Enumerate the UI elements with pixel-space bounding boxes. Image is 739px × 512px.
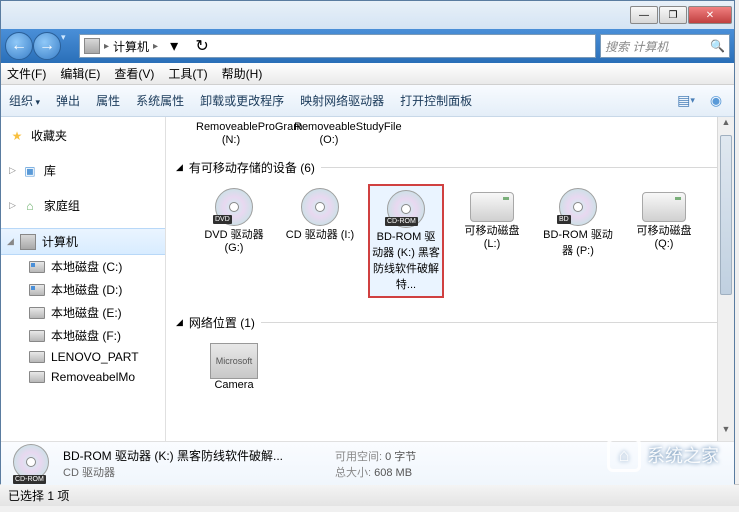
organize-button[interactable]: 组织 <box>9 92 40 109</box>
drive-removable-q[interactable]: 可移动磁盘 (Q:) <box>626 184 702 298</box>
nav-history-dropdown[interactable]: ▾ <box>61 32 75 60</box>
scroll-thumb[interactable] <box>720 135 732 295</box>
dvd-badge: DVD <box>213 215 232 224</box>
drive-icon <box>29 351 45 363</box>
uninstall-button[interactable]: 卸载或更改程序 <box>200 92 284 109</box>
drive-list: DVD DVD 驱动器 (G:) CD 驱动器 (I:) CD-ROM BD-R… <box>176 184 724 298</box>
cdrom-badge: CD-ROM <box>385 217 418 226</box>
sidebar-drive-c[interactable]: 本地磁盘 (C:) <box>1 255 165 278</box>
camera-icon: Microsoft <box>210 343 258 379</box>
search-input[interactable]: 搜索 计算机 🔍 <box>600 34 730 58</box>
content-pane: RemoveableProGram (N:) RemoveableStudyFi… <box>166 117 734 441</box>
search-icon[interactable]: 🔍 <box>710 39 725 53</box>
sidebar-libraries[interactable]: ▷ ▣ 库 <box>1 158 165 183</box>
menu-file[interactable]: 文件(F) <box>7 65 46 82</box>
computer-icon <box>20 234 36 250</box>
collapse-icon: ◢ <box>176 162 183 173</box>
addr-dropdown-icon[interactable]: ▾ <box>162 36 186 56</box>
section-network-header[interactable]: ◢ 网络位置 (1) <box>176 314 724 331</box>
removable-icon <box>642 192 686 222</box>
drive-removable-l[interactable]: 可移动磁盘 (L:) <box>454 184 530 298</box>
section-removable-header[interactable]: ◢ 有可移动存储的设备 (6) <box>176 159 724 176</box>
menu-edit[interactable]: 编辑(E) <box>60 65 100 82</box>
drive-icon <box>29 330 45 342</box>
drive-icon <box>29 261 45 273</box>
drive-bdrom-k[interactable]: CD-ROM BD-ROM 驱动器 (K:) 黑客防线软件破解特... <box>368 184 444 298</box>
menu-bar: 文件(F) 编辑(E) 查看(V) 工具(T) 帮助(H) <box>1 63 734 85</box>
drive-cd-i[interactable]: CD 驱动器 (I:) <box>282 184 358 298</box>
scroll-down-icon[interactable]: ▼ <box>718 424 734 441</box>
refresh-icon[interactable]: ↻ <box>190 36 214 56</box>
sidebar-computer[interactable]: ◢ 计算机 <box>1 228 165 255</box>
view-mode-icon[interactable]: ▤ <box>676 91 696 111</box>
search-placeholder: 搜索 计算机 <box>605 38 668 55</box>
titlebar: — ❐ ✕ <box>1 1 734 29</box>
scrollbar-vertical[interactable]: ▲ ▼ <box>717 117 734 441</box>
sidebar-drive-e[interactable]: 本地磁盘 (E:) <box>1 301 165 324</box>
sidebar-drive-removable[interactable]: RemoveabelMo <box>1 367 165 387</box>
details-pane: CD-ROM BD-ROM 驱动器 (K:) 黑客防线软件破解... CD 驱动… <box>1 441 734 485</box>
properties-button[interactable]: 属性 <box>96 92 120 109</box>
chevron-down-icon: ◢ <box>7 236 14 247</box>
chevron-right-icon: ▷ <box>9 165 16 176</box>
disc-icon <box>301 188 339 226</box>
network-camera[interactable]: Microsoft Camera <box>196 339 272 395</box>
close-button[interactable]: ✕ <box>688 6 732 24</box>
status-bar: 已选择 1 项 <box>0 484 739 506</box>
removable-icon <box>470 192 514 222</box>
sidebar-drive-d[interactable]: 本地磁盘 (D:) <box>1 278 165 301</box>
navigation-pane: ★ 收藏夹 ▷ ▣ 库 ▷ ⌂ 家庭组 ◢ <box>1 117 166 441</box>
drive-dvd-g[interactable]: DVD DVD 驱动器 (G:) <box>196 184 272 298</box>
address-bar[interactable]: ▸ 计算机 ▸ ▾ ↻ <box>79 34 596 58</box>
chevron-right-icon[interactable]: ▸ <box>104 41 109 52</box>
control-panel-button[interactable]: 打开控制面板 <box>400 92 472 109</box>
command-bar: 组织 弹出 属性 系统属性 卸载或更改程序 映射网络驱动器 打开控制面板 ▤ ◉ <box>1 85 734 117</box>
cdrom-badge: CD-ROM <box>13 475 46 484</box>
details-title: BD-ROM 驱动器 (K:) 黑客防线软件破解... <box>63 447 283 464</box>
collapse-icon: ◢ <box>176 317 183 328</box>
sidebar-drive-lenovo[interactable]: LENOVO_PART <box>1 347 165 367</box>
chevron-right-icon: ▷ <box>9 200 16 211</box>
system-properties-button[interactable]: 系统属性 <box>136 92 184 109</box>
eject-button[interactable]: 弹出 <box>56 92 80 109</box>
folder-item[interactable]: RemoveableStudyFile (O:) <box>294 121 364 147</box>
details-meta: 可用空间: 0 字节 总大小: 608 MB <box>335 448 416 480</box>
drive-icon <box>29 284 45 296</box>
bd-badge: BD <box>557 215 571 224</box>
back-button[interactable]: ← <box>5 32 33 60</box>
sidebar-favorites[interactable]: ★ 收藏夹 <box>1 123 165 148</box>
computer-icon <box>84 38 100 54</box>
details-subtitle: CD 驱动器 <box>63 464 283 480</box>
chevron-right-icon[interactable]: ▸ <box>153 41 158 52</box>
menu-view[interactable]: 查看(V) <box>114 65 154 82</box>
menu-help[interactable]: 帮助(H) <box>222 65 263 82</box>
sidebar-homegroup[interactable]: ▷ ⌂ 家庭组 <box>1 193 165 218</box>
maximize-button[interactable]: ❐ <box>659 6 687 24</box>
map-drive-button[interactable]: 映射网络驱动器 <box>300 92 384 109</box>
drive-bdrom-p[interactable]: BD BD-ROM 驱动器 (P:) <box>540 184 616 298</box>
help-icon[interactable]: ◉ <box>706 91 726 111</box>
nav-bar: ← → ▾ ▸ 计算机 ▸ ▾ ↻ 搜索 计算机 🔍 <box>1 29 734 63</box>
drive-icon <box>29 307 45 319</box>
forward-button[interactable]: → <box>33 32 61 60</box>
minimize-button[interactable]: — <box>630 6 658 24</box>
folder-item[interactable]: RemoveableProGram (N:) <box>196 121 266 147</box>
sidebar-drive-f[interactable]: 本地磁盘 (F:) <box>1 324 165 347</box>
library-icon: ▣ <box>22 163 38 179</box>
breadcrumb-computer[interactable]: 计算机 <box>113 38 149 55</box>
drive-icon <box>29 371 45 383</box>
homegroup-icon: ⌂ <box>22 198 38 214</box>
scroll-up-icon[interactable]: ▲ <box>718 117 734 134</box>
star-icon: ★ <box>9 128 25 144</box>
status-text: 已选择 1 项 <box>8 487 69 504</box>
menu-tools[interactable]: 工具(T) <box>168 65 207 82</box>
